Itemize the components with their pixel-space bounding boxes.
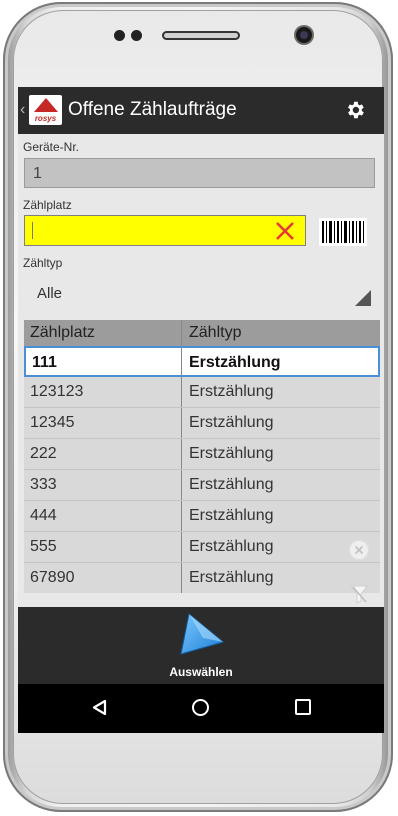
table-row[interactable]: 222 Erstzählung (24, 439, 380, 470)
zaehltyp-label: Zähltyp (23, 256, 63, 270)
app-header: ‹ rosys Offene Zählaufträge (18, 87, 384, 134)
zaehltyp-select[interactable]: Alle (24, 278, 375, 308)
nav-home-icon[interactable] (192, 699, 209, 716)
action-bar: Auswählen (18, 607, 384, 684)
clear-circle-icon[interactable] (349, 540, 369, 560)
back-chevron-icon[interactable]: ‹ (20, 102, 25, 118)
select-button-label[interactable]: Auswählen (18, 665, 384, 679)
cell-zaehltyp: Erstzählung (189, 569, 274, 586)
app-screen: ‹ rosys Offene Zählaufträge Geräte-Nr. 1… (18, 87, 384, 733)
cell-zaehlplatz: 123123 (30, 383, 84, 400)
table-row[interactable]: 333 Erstzählung (24, 470, 380, 501)
table-header: Zählplatz Zähltyp (24, 320, 380, 346)
page-title: Offene Zählaufträge (68, 99, 237, 120)
filter-clear-icon[interactable] (350, 584, 368, 604)
orders-table: Zählplatz Zähltyp 111 Erstzählung 123123… (24, 320, 380, 593)
zaehlplatz-input[interactable] (24, 215, 306, 246)
gear-icon[interactable] (344, 99, 366, 121)
cell-zaehltyp: Erstzählung (189, 354, 281, 371)
cell-zaehltyp: Erstzählung (189, 476, 274, 493)
sensor-dots (114, 30, 142, 41)
cell-zaehlplatz: 444 (30, 507, 57, 524)
table-row[interactable]: 12345 Erstzählung (24, 408, 380, 439)
dropdown-triangle-icon (355, 290, 371, 306)
cell-zaehlplatz: 67890 (30, 569, 75, 586)
cell-zaehltyp: Erstzählung (189, 445, 274, 462)
cell-zaehlplatz: 12345 (30, 414, 75, 431)
cell-zaehlplatz: 555 (30, 538, 57, 555)
front-camera (296, 27, 312, 43)
table-row[interactable]: 67890 Erstzählung (24, 563, 380, 593)
table-row[interactable]: 123123 Erstzählung (24, 377, 380, 408)
nav-recents-icon[interactable] (295, 699, 311, 715)
android-navbar (18, 684, 384, 733)
table-row[interactable]: 111 Erstzählung (24, 346, 380, 377)
cell-zaehlplatz: 111 (32, 354, 57, 371)
text-caret (32, 222, 33, 239)
cell-zaehltyp: Erstzählung (189, 383, 274, 400)
zaehltyp-selected: Alle (37, 285, 63, 302)
column-header-zaehlplatz[interactable]: Zählplatz (30, 324, 95, 342)
table-row[interactable]: 444 Erstzählung (24, 501, 380, 532)
cell-zaehltyp: Erstzählung (189, 414, 274, 431)
geraete-field: 1 (24, 158, 375, 188)
cell-zaehltyp: Erstzählung (189, 507, 274, 524)
barcode-icon[interactable] (319, 218, 367, 246)
nav-back-icon[interactable] (91, 699, 108, 716)
column-header-zaehltyp[interactable]: Zähltyp (189, 324, 241, 342)
cell-zaehltyp: Erstzählung (189, 538, 274, 555)
logo-text: rosys (34, 114, 57, 123)
main-content: Geräte-Nr. 1 Zählplatz Zähltyp Alle Zähl… (18, 134, 384, 607)
cell-zaehlplatz: 222 (30, 445, 57, 462)
play-arrow-icon[interactable] (179, 612, 225, 656)
clear-x-icon[interactable] (273, 219, 297, 243)
rosys-logo[interactable]: rosys (29, 95, 62, 125)
zaehlplatz-label: Zählplatz (23, 198, 72, 212)
cell-zaehlplatz: 333 (30, 476, 57, 493)
table-row[interactable]: 555 Erstzählung (24, 532, 380, 563)
speaker-grill (162, 31, 240, 40)
geraete-label: Geräte-Nr. (23, 140, 80, 154)
